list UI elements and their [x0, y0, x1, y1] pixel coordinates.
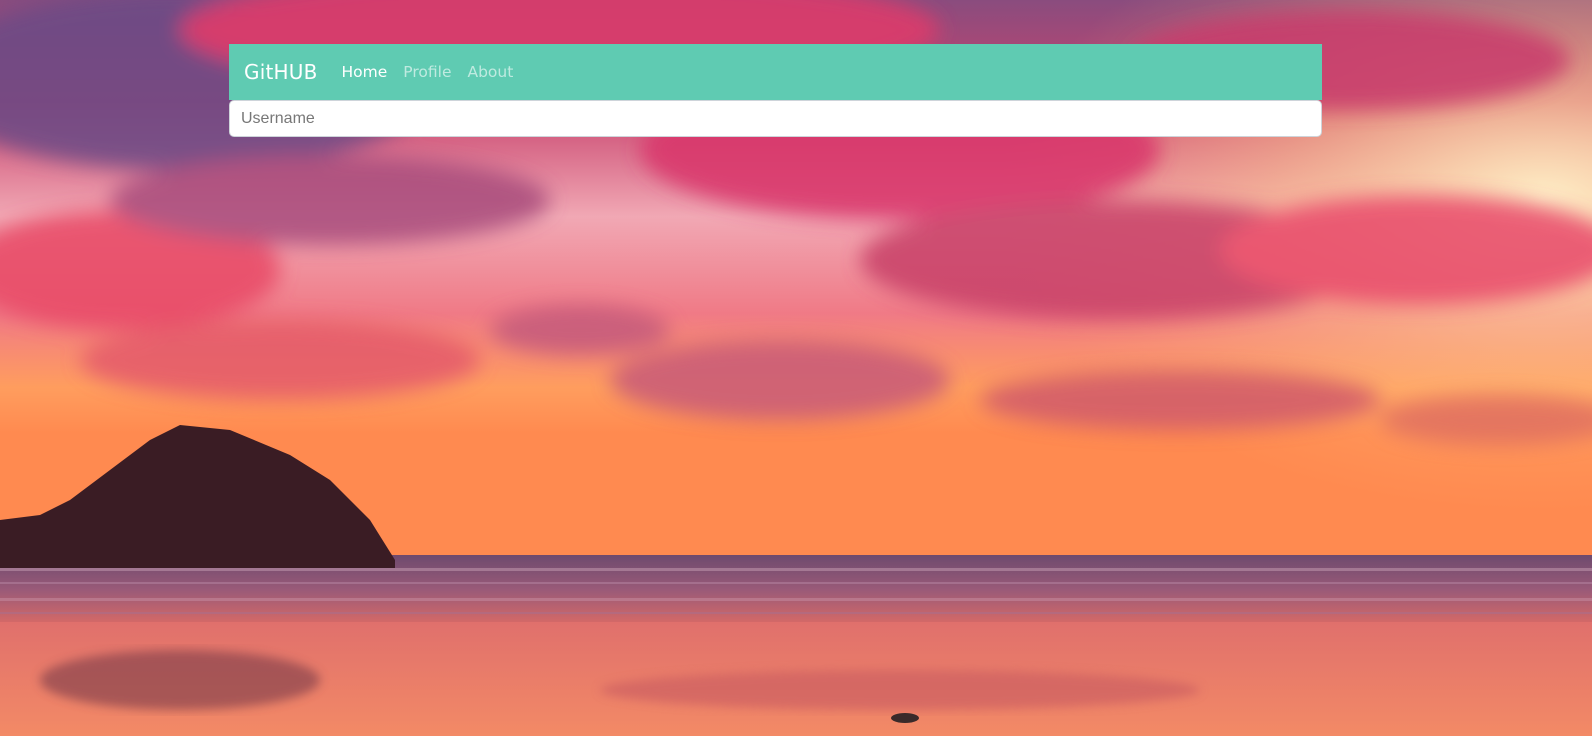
top-navbar: GitHUB Home Profile About: [229, 44, 1322, 100]
nav-link-profile[interactable]: Profile: [403, 63, 451, 81]
username-input[interactable]: [229, 100, 1322, 137]
nav-link-about[interactable]: About: [467, 63, 513, 81]
search-container: [229, 100, 1322, 137]
brand-link[interactable]: GitHUB: [244, 60, 318, 84]
nav-link-home[interactable]: Home: [342, 63, 388, 81]
